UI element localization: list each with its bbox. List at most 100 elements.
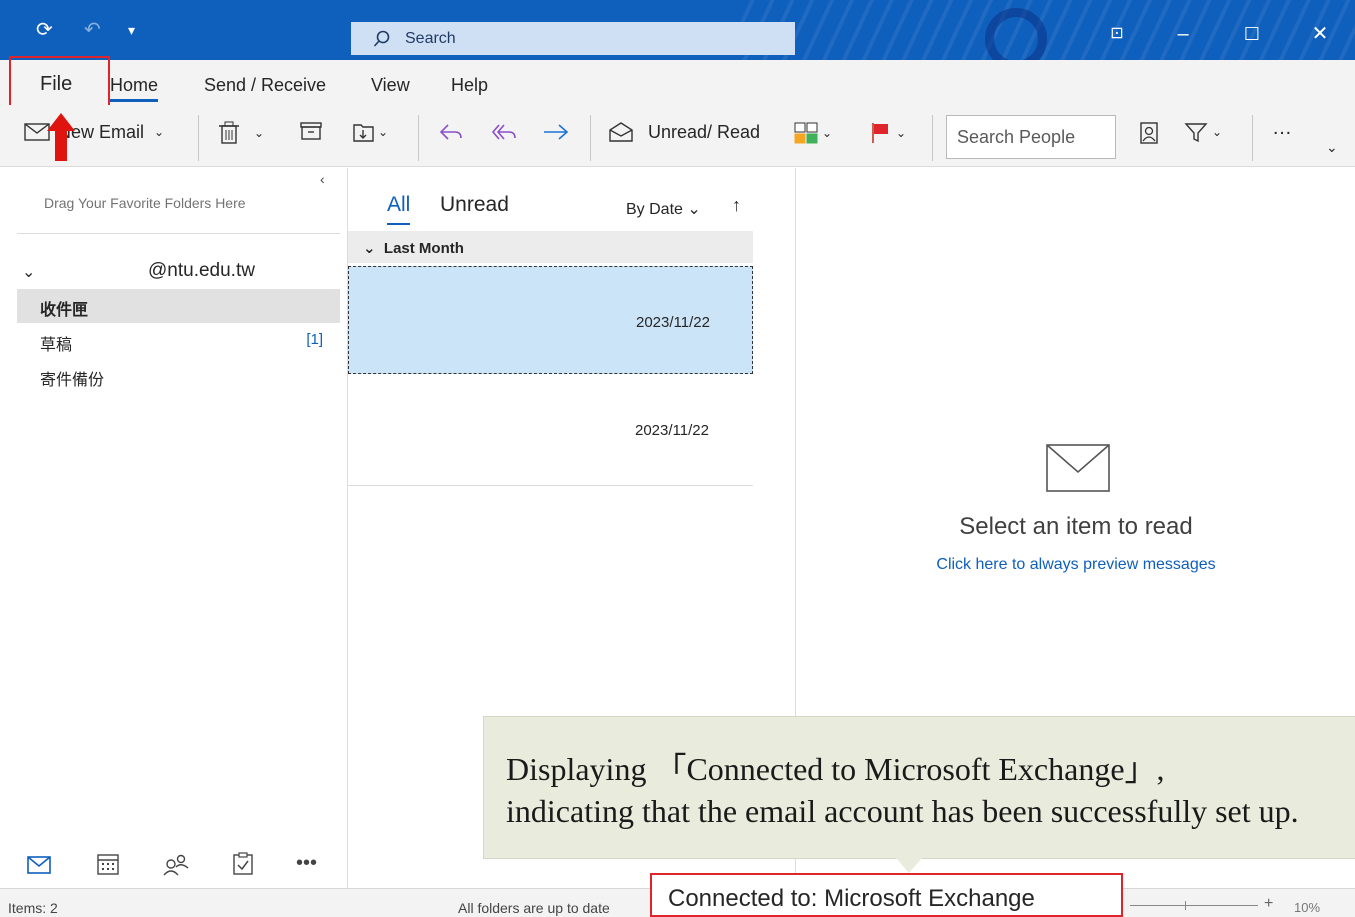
- sort-label: By Date: [626, 201, 683, 218]
- folder-label: 草稿: [40, 337, 73, 354]
- zoom-in-icon[interactable]: +: [1264, 895, 1273, 913]
- preview-messages-link[interactable]: Click here to always preview messages: [797, 556, 1355, 574]
- annotation-callout: Displaying 「Connected to Microsoft Excha…: [483, 716, 1355, 859]
- forward-button[interactable]: [542, 121, 570, 143]
- account-name: @ntu.edu.tw: [148, 260, 255, 281]
- open-envelope-icon: [609, 122, 633, 142]
- message-date: 2023/11/22: [636, 314, 710, 331]
- group-header[interactable]: ⌄ Last Month: [348, 231, 753, 263]
- ribbon-separator: [198, 115, 199, 161]
- message-item[interactable]: 2023/11/22: [348, 266, 753, 374]
- follow-up-flag-button[interactable]: ⌄: [870, 121, 906, 145]
- address-book-button[interactable]: [1138, 121, 1160, 145]
- move-button[interactable]: ⌄: [352, 121, 388, 143]
- undo-icon[interactable]: ↶: [84, 18, 101, 42]
- archive-button[interactable]: [300, 121, 322, 141]
- folder-item-drafts[interactable]: 草稿 [1]: [17, 324, 340, 358]
- sync-icon[interactable]: ⟳: [36, 18, 53, 42]
- message-date: 2023/11/22: [635, 422, 709, 439]
- chevron-down-icon: ⌄: [896, 126, 907, 140]
- unread-read-label: Unread/ Read: [648, 121, 761, 142]
- favorites-hint: Drag Your Favorite Folders Here: [44, 195, 246, 211]
- chevron-down-icon: ⌄: [378, 125, 389, 139]
- new-email-button[interactable]: New Email ⌄: [24, 121, 164, 143]
- reading-pane-title: Select an item to read: [959, 513, 1193, 540]
- categorize-icon: [794, 122, 818, 144]
- zoom-slider[interactable]: [1130, 905, 1258, 906]
- sort-by-date-button[interactable]: By Date ⌄: [626, 199, 701, 219]
- item-count: Items: 2: [8, 900, 58, 916]
- chevron-down-icon: ⌄: [687, 201, 701, 218]
- chevron-down-icon: ⌄: [22, 264, 36, 281]
- connection-status: Connected to: Microsoft Exchange: [650, 873, 1123, 917]
- more-modules-icon[interactable]: •••: [296, 852, 317, 875]
- chevron-down-icon: ⌄: [154, 125, 165, 139]
- sync-status: All folders are up to date: [458, 900, 610, 916]
- minimize-icon[interactable]: –: [1163, 20, 1203, 48]
- reply-button[interactable]: [438, 121, 464, 143]
- ribbon-separator: [590, 115, 591, 161]
- search-placeholder: Search: [405, 29, 456, 47]
- reply-all-button[interactable]: [490, 121, 518, 143]
- folder-count: [1]: [306, 331, 323, 348]
- move-to-folder-icon: [353, 124, 374, 142]
- divider: [17, 233, 340, 234]
- group-label: Last Month: [383, 240, 464, 257]
- unread-read-button[interactable]: Unread/ Read: [608, 121, 760, 143]
- red-arrow-annotation: [47, 113, 75, 161]
- ribbon-separator: [418, 115, 419, 161]
- tasks-icon[interactable]: [232, 852, 254, 876]
- envelope-icon: [1046, 444, 1110, 492]
- close-icon[interactable]: ✕: [1300, 20, 1340, 48]
- delete-button[interactable]: ⌄: [218, 121, 264, 145]
- folder-label: 收件匣: [40, 302, 89, 319]
- address-book-icon: [1140, 122, 1158, 144]
- callout-line-2: indicating that the email account has be…: [506, 793, 1299, 829]
- chevron-down-icon: ⌄: [363, 240, 376, 257]
- search-box[interactable]: Search: [351, 22, 795, 55]
- expand-ribbon-icon[interactable]: ⌄: [1326, 139, 1338, 156]
- message-item[interactable]: 2023/11/22: [348, 376, 753, 484]
- folder-item-sent[interactable]: 寄件備份: [17, 359, 340, 393]
- flag-icon: [872, 123, 888, 143]
- tab-all[interactable]: All: [387, 193, 411, 225]
- menu-bar: File Home Send / Receive View Help: [0, 60, 1355, 105]
- ribbon: New Email ⌄ ⌄ ⌄ Unread/ Read ⌄ ⌄ Search …: [0, 105, 1355, 167]
- categorize-button[interactable]: ⌄: [794, 121, 832, 145]
- chevron-down-icon: ⌄: [254, 126, 265, 140]
- module-switcher: •••: [0, 838, 348, 888]
- ribbon-display-icon[interactable]: ⊡: [1097, 20, 1137, 48]
- delete-icon: [219, 121, 239, 144]
- reply-all-icon: [491, 124, 516, 140]
- title-bar: ⟳ ↶ ▾ Search ⊡ – ☐ ✕: [0, 0, 1355, 60]
- zoom-slider-tick: [1185, 901, 1186, 910]
- ribbon-separator: [1252, 115, 1253, 161]
- search-icon: [373, 30, 390, 47]
- people-icon[interactable]: [162, 852, 190, 876]
- archive-icon: [300, 122, 322, 140]
- tab-send-receive[interactable]: Send / Receive: [204, 75, 326, 96]
- maximize-icon[interactable]: ☐: [1232, 20, 1272, 48]
- callout-line-1: Displaying 「Connected to Microsoft Excha…: [506, 751, 1165, 787]
- calendar-icon[interactable]: [96, 852, 120, 876]
- ribbon-separator: [932, 115, 933, 161]
- quick-access-dropdown-icon[interactable]: ▾: [128, 18, 135, 42]
- more-commands-button[interactable]: …: [1272, 117, 1292, 140]
- search-people-input[interactable]: Search People: [946, 115, 1116, 159]
- zoom-level[interactable]: 10%: [1294, 900, 1320, 915]
- tab-home[interactable]: Home: [110, 75, 159, 102]
- file-highlight-box: [9, 56, 110, 112]
- forward-icon: [544, 124, 569, 140]
- folder-label: 寄件備份: [40, 372, 105, 389]
- reply-icon: [439, 124, 462, 140]
- collapse-folder-pane-icon[interactable]: ‹: [320, 171, 325, 187]
- filter-icon: [1184, 123, 1208, 143]
- folder-item-inbox[interactable]: 收件匣: [17, 289, 340, 323]
- sort-direction-icon[interactable]: ↑: [732, 195, 741, 216]
- mail-icon[interactable]: [27, 856, 51, 874]
- tab-help[interactable]: Help: [451, 75, 488, 96]
- filter-email-button[interactable]: ⌄: [1184, 121, 1222, 143]
- chevron-down-icon: ⌄: [822, 126, 833, 140]
- tab-unread[interactable]: Unread: [440, 193, 509, 217]
- tab-view[interactable]: View: [371, 75, 410, 96]
